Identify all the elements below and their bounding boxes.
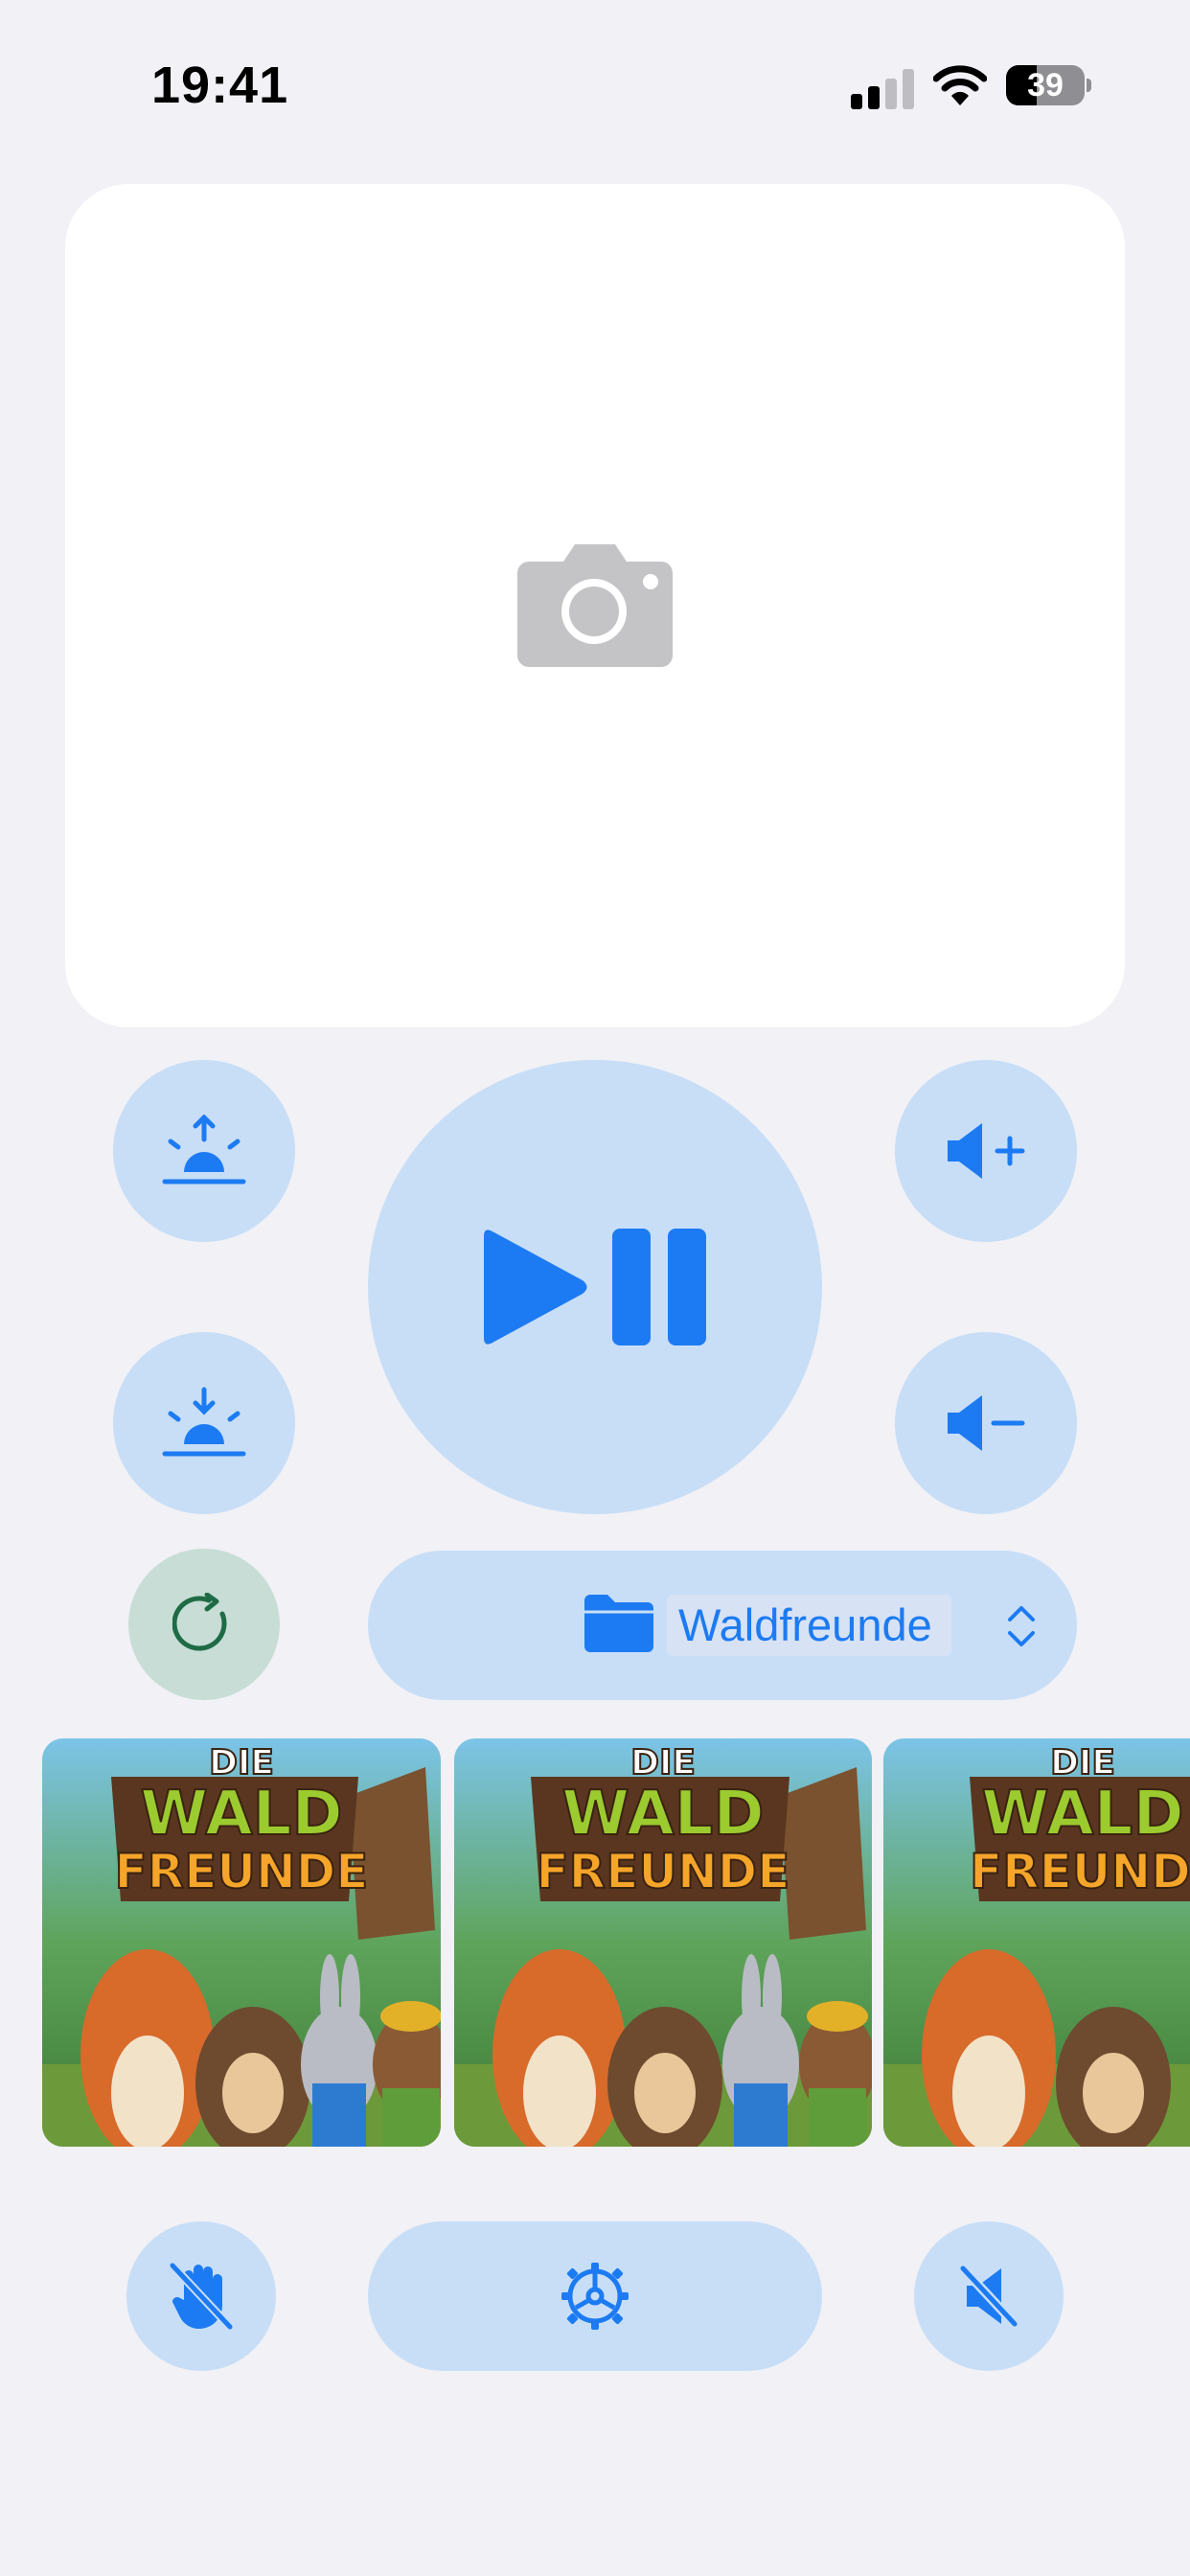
cover-title-line2: WALD [561,1779,765,1850]
brightness-up-button[interactable] [113,1060,295,1242]
refresh-button[interactable] [128,1549,280,1700]
cover-title-line3: FREUNDE [969,1844,1190,1899]
sunrise-arrow-up-icon [162,1115,246,1184]
sunset-arrow-down-icon [162,1387,246,1457]
cover-title-line1: DIE [208,1743,275,1783]
hand-toggle-button[interactable] [126,2221,276,2371]
folder-selected-label: Waldfreunde [667,1595,951,1656]
cover-title-3: DIE WALD FREUNDE [883,1738,1190,1901]
play-pause-button[interactable] [368,1060,822,1514]
cover-title-line1: DIE [629,1743,697,1783]
camera-icon [517,544,673,667]
play-pause-icon [484,1229,706,1346]
settings-button[interactable] [368,2221,822,2371]
cover-title-1: DIE WALD FREUNDE [42,1738,441,1901]
folder-icon [584,1595,653,1652]
battery-level: 39 [1027,67,1064,104]
brightness-down-button[interactable] [113,1332,295,1514]
gear-icon [561,2263,629,2330]
wifi-icon [933,65,987,105]
chevron-up-down-icon [1008,1606,1035,1646]
cover-title-line1: DIE [1049,1743,1116,1783]
volume-down-button[interactable] [895,1332,1077,1514]
cover-title-line3: FREUNDE [114,1844,370,1899]
volume-up-button[interactable] [895,1060,1077,1242]
speaker-minus-icon [948,1395,1025,1451]
cover-title-line3: FREUNDE [536,1844,791,1899]
hand-slash-icon [169,2262,234,2331]
folder-selector[interactable]: Waldfreunde [368,1551,1077,1700]
cover-title-2: DIE WALD FREUNDE [454,1738,872,1901]
signal-icon [851,69,914,109]
speaker-plus-icon [948,1123,1025,1179]
battery-icon: 39 [1006,65,1085,105]
battery-cap [1087,79,1091,92]
speaker-slash-icon [959,2265,1018,2328]
status-time: 19:41 [151,57,289,114]
cover-title-line2: WALD [980,1779,1184,1850]
mute-button[interactable] [914,2221,1064,2371]
cover-title-line2: WALD [139,1779,343,1850]
refresh-icon [172,1593,227,1651]
